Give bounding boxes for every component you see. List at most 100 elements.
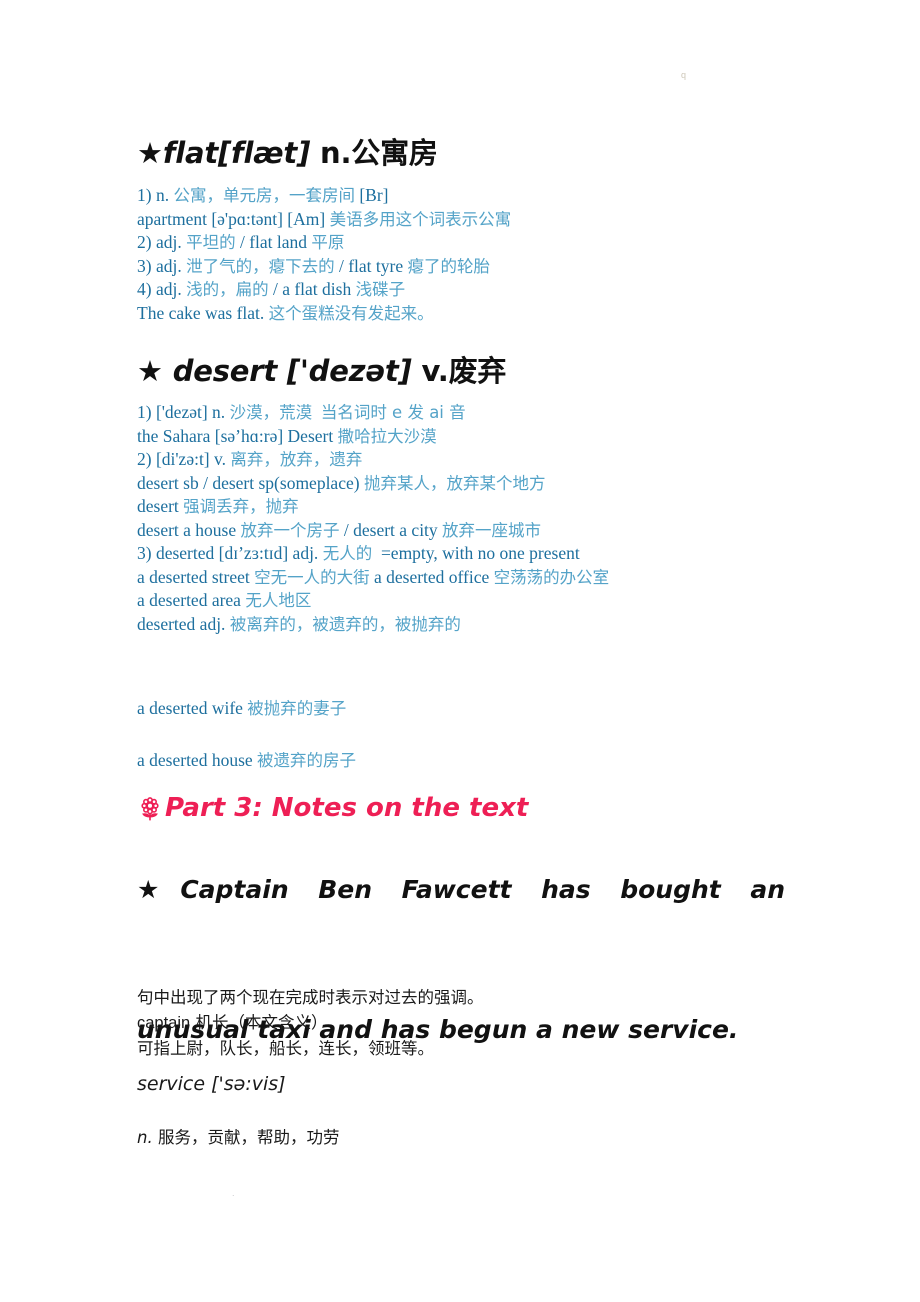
entry-flat-glosses: 1) n. 公寓，单元房，一套房间 [Br] apartment [ə'pɑ:t… <box>137 184 797 325</box>
gloss-en-tail: [Br] <box>359 185 389 205</box>
gloss-line: 3) adj. 泄了气的，瘪下去的 / flat tyre 瘪了的轮胎 <box>137 255 797 279</box>
star-bullet-icon: ★ <box>137 354 163 388</box>
gloss-line: 1) n. 公寓，单元房，一套房间 [Br] <box>137 184 797 208</box>
gloss-cn2: 浅碟子 <box>355 280 406 299</box>
gloss-cn: 沙漠，荒漠 <box>229 403 313 422</box>
gloss-cn: 泄了气的，瘪下去的 <box>186 256 335 276</box>
flower-icon <box>137 796 163 822</box>
part3-heading: Part 3: Notes on the text <box>137 793 797 823</box>
notes-block: 句中出现了两个现在完成时表示对过去的强调。 captain 机长（本文含义） 可… <box>137 985 797 1061</box>
gloss-en: deserted adj. <box>137 613 226 634</box>
deserted-house-line: a deserted house 被遗弃的房子 <box>137 749 797 773</box>
gloss-en-mid: / a flat dish <box>272 279 352 299</box>
gloss-en: 3) deserted [dɪ’zɜ:tɪd] adj. <box>137 543 319 563</box>
note-line-1: 句中出现了两个现在完成时表示对过去的强调。 <box>137 988 484 1007</box>
gloss-cn: 这个蛋糕没有发起来。 <box>268 303 434 323</box>
gloss-en-mid: =empty, with no one present <box>380 543 580 563</box>
gloss-cn2: 放弃一座城市 <box>442 520 542 540</box>
gloss-cn: 撒哈拉大沙漠 <box>337 426 437 446</box>
gloss-en: a deserted house <box>137 750 253 770</box>
gloss-line: deserted adj. 被离弃的，被遗弃的，被抛弃的 <box>137 613 797 637</box>
gloss-cn2: 空荡荡的办公室 <box>493 567 610 587</box>
scan-artifact-bottom: . <box>232 1188 235 1198</box>
gloss-line: desert 强调丢弃，抛弃 <box>137 495 797 519</box>
part3-heading-row: Part 3: Notes on the text <box>137 793 797 823</box>
gloss-cn: 放弃一个房子 <box>240 520 340 540</box>
entry-desert: ★ desert ['dezət] v.废弃 <box>137 348 797 390</box>
gloss-cn: 美语多用这个词表示公寓 <box>329 209 512 229</box>
gloss-en: apartment [ə'pɑ:tənt] [Am] <box>137 208 326 229</box>
gloss-line: 1) ['dezət] n. 沙漠，荒漠 当名词时 e 发 ai 音 <box>137 401 797 425</box>
note-word-captain: captain <box>137 1014 191 1032</box>
gloss-en: desert sb / desert sp(someplace) <box>137 472 360 493</box>
entry-flat-word: flat[flæt] <box>162 136 311 170</box>
gloss-en: a deserted area <box>137 590 241 610</box>
service-heading: service ['sə:vis] <box>137 1073 797 1095</box>
gloss-en-mid: / flat land <box>239 232 308 252</box>
gloss-line: a deserted wife 被抛弃的妻子 <box>137 697 797 721</box>
gloss-cn: 抛弃某人，放弃某个地方 <box>363 473 546 493</box>
gloss-line: 2) [di'zə:t] v. 离弃，放弃，遗弃 <box>137 448 797 472</box>
service-pos: n. <box>137 1128 153 1147</box>
gloss-en: 4) adj. <box>137 279 182 299</box>
gloss-cn: 被遗弃的房子 <box>257 751 357 770</box>
star-bullet-icon: ★ <box>137 136 163 170</box>
gloss-cn: 被离弃的，被遗弃的，被抛弃的 <box>229 614 461 634</box>
document-page: q ★flat[flæt] n.公寓房 1) n. 公寓，单元房，一套房间 [B… <box>0 0 920 1302</box>
deserted-wife-line: a deserted wife 被抛弃的妻子 <box>137 697 797 721</box>
entry-desert-glosses: 1) ['dezət] n. 沙漠，荒漠 当名词时 e 发 ai 音 the S… <box>137 401 797 636</box>
gloss-en-mid: / desert a city <box>343 519 438 540</box>
gloss-en: The cake was flat. <box>137 302 265 323</box>
gloss-line: 4) adj. 浅的，扁的 / a flat dish 浅碟子 <box>137 278 797 302</box>
gloss-en-mid: / flat tyre <box>338 255 404 276</box>
entry-flat-meaning: n.公寓房 <box>320 136 438 170</box>
gloss-line: the Sahara [sə’hɑ:rə] Desert 撒哈拉大沙漠 <box>137 425 797 449</box>
gloss-cn: 离弃，放弃，遗弃 <box>230 450 363 469</box>
star-bullet-icon: ★ <box>137 875 181 904</box>
gloss-cn: 被抛弃的妻子 <box>247 699 347 718</box>
service-meaning-cn: 服务，贡献，帮助，功劳 <box>157 1128 340 1147</box>
gloss-line: apartment [ə'pɑ:tənt] [Am] 美语多用这个词表示公寓 <box>137 208 797 232</box>
gloss-en: 1) ['dezət] n. <box>137 402 226 422</box>
gloss-en: desert <box>137 496 179 516</box>
gloss-cn2: 瘪了的轮胎 <box>407 256 490 276</box>
gloss-line: a deserted street 空无一人的大街 a deserted off… <box>137 566 797 590</box>
note-word-captain-cn: 机长（本文含义） <box>195 1013 328 1032</box>
gloss-cn: 强调丢弃，抛弃 <box>183 497 299 516</box>
part3-title: Part 3: Notes on the text <box>165 793 529 823</box>
scan-artifact-top: q <box>681 70 687 80</box>
gloss-cn: 无人地区 <box>245 591 312 610</box>
entry-desert-heading: ★ desert ['dezət] v.废弃 <box>137 348 797 390</box>
entry-desert-meaning: v.废弃 <box>411 354 507 388</box>
gloss-cn2: 平原 <box>311 233 345 252</box>
gloss-line: 2) adj. 平坦的 / flat land 平原 <box>137 231 797 255</box>
gloss-line: a deserted area 无人地区 <box>137 589 797 613</box>
entry-desert-word: desert ['dezət] <box>162 354 412 388</box>
sentence-line-1-text: Captain Ben Fawcett has bought an <box>180 875 785 904</box>
note-line-3: 可指上尉，队长，船长，连长，领班等。 <box>137 1039 434 1058</box>
gloss-en: 3) adj. <box>137 255 182 276</box>
gloss-en: 2) [di'zə:t] v. <box>137 449 226 469</box>
entry-flat: ★flat[flæt] n.公寓房 <box>137 130 797 172</box>
note-line-2: captain 机长（本文含义） <box>137 1010 797 1036</box>
gloss-cn: 公寓，单元房，一套房间 <box>173 186 355 205</box>
gloss-line: a deserted house 被遗弃的房子 <box>137 749 797 773</box>
gloss-line: desert a house 放弃一个房子 / desert a city 放弃… <box>137 519 797 543</box>
service-word-phonetic: service ['sə:vis] <box>137 1073 286 1095</box>
gloss-en: a deserted street <box>137 566 250 587</box>
gloss-cn: 浅的，扁的 <box>186 280 269 299</box>
gloss-line: desert sb / desert sp(someplace) 抛弃某人，放弃… <box>137 472 797 496</box>
gloss-en: 2) adj. <box>137 232 182 252</box>
gloss-en-mid: a deserted office <box>373 566 490 587</box>
entry-flat-heading: ★flat[flæt] n.公寓房 <box>137 130 797 172</box>
gloss-en: the Sahara [sə’hɑ:rə] Desert <box>137 425 334 446</box>
service-definition-line: n. 服务，贡献，帮助，功劳 <box>137 1124 797 1148</box>
gloss-line: The cake was flat. 这个蛋糕没有发起来。 <box>137 302 797 326</box>
sentence-line-1: ★Captain Ben Fawcett has bought an <box>137 855 785 995</box>
gloss-cn: 空无一人的大街 <box>254 567 370 587</box>
gloss-en: desert a house <box>137 519 237 540</box>
gloss-en: a deserted wife <box>137 698 243 718</box>
gloss-cn: 平坦的 <box>186 233 236 252</box>
gloss-line: 3) deserted [dɪ’zɜ:tɪd] adj. 无人的 =empty,… <box>137 542 797 566</box>
gloss-cn: 无人的 <box>322 544 373 563</box>
